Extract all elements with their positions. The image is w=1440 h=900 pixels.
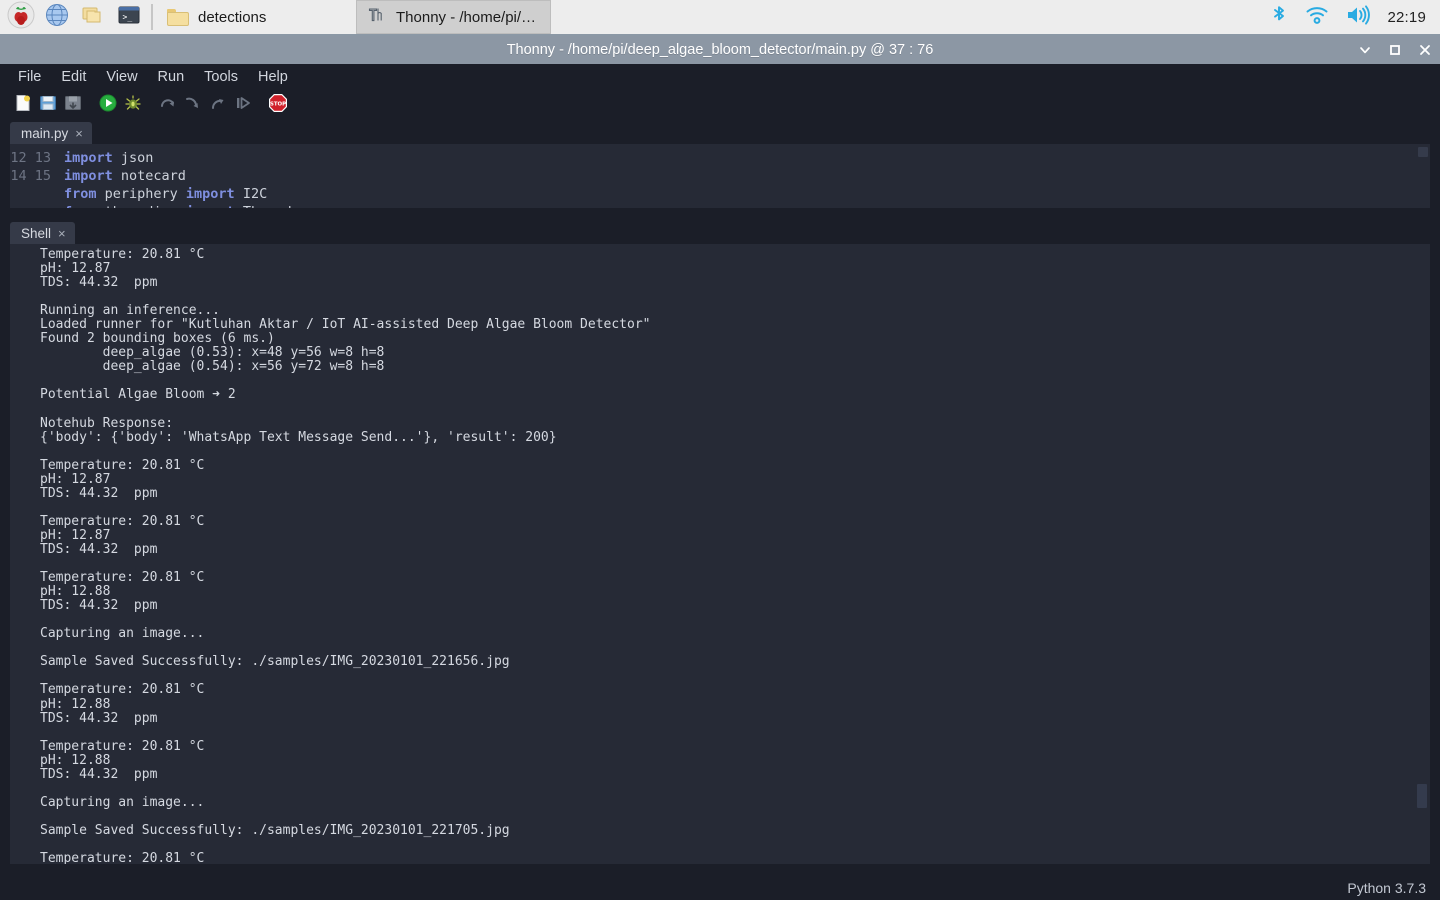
step-into-button[interactable] [182, 94, 204, 116]
tab-main-py[interactable]: main.py × [10, 122, 92, 144]
step-over-button[interactable] [157, 94, 179, 116]
menu-edit[interactable]: Edit [53, 67, 94, 87]
close-icon[interactable]: × [75, 127, 83, 140]
menu-bar: File Edit View Run Tools Help [0, 64, 1440, 90]
file-manager-launcher-button[interactable] [76, 0, 110, 34]
stop-button[interactable]: STOP [267, 92, 289, 119]
folders-icon [81, 4, 105, 31]
menu-tools[interactable]: Tools [196, 67, 246, 87]
taskbar-window-label: Thonny - /home/pi/… [396, 8, 537, 26]
python-version-label[interactable]: Python 3.7.3 [1347, 880, 1426, 896]
bluetooth-icon[interactable] [1269, 4, 1289, 31]
terminal-icon: >_ [117, 4, 141, 31]
volume-icon[interactable] [1345, 4, 1371, 31]
terminal-launcher-button[interactable]: >_ [112, 0, 146, 34]
title-bar[interactable]: Thonny - /home/pi/deep_algae_bloom_detec… [0, 36, 1440, 64]
resume-button[interactable] [232, 94, 254, 116]
play-icon [98, 93, 118, 118]
code-line-14: from periphery import I2C [64, 186, 268, 202]
square-icon[interactable] [1388, 43, 1402, 57]
wifi-icon[interactable] [1305, 4, 1329, 31]
step-out-icon [208, 93, 228, 118]
run-button[interactable] [97, 94, 119, 116]
taskbar-window-thonny[interactable]: Thonny - /home/pi/… [356, 0, 552, 34]
thonny-window: Thonny - /home/pi/deep_algae_bloom_detec… [0, 36, 1440, 900]
folder-icon [167, 8, 189, 26]
close-icon[interactable]: × [58, 227, 66, 240]
editor-scrollbar[interactable] [1416, 144, 1430, 208]
globe-icon [45, 3, 69, 32]
svg-text:STOP: STOP [270, 101, 286, 107]
taskbar-separator [151, 4, 153, 30]
system-tray: 22:19 [1269, 4, 1440, 31]
code-line-13: import notecard [64, 168, 186, 184]
code-text[interactable]: import json import notecard from periphe… [58, 144, 1430, 208]
raspberry-menu-button[interactable] [4, 0, 38, 34]
save-file-button[interactable] [62, 94, 84, 116]
shell-scrollbar-thumb[interactable] [1417, 784, 1427, 808]
editor-scrollbar-thumb[interactable] [1418, 147, 1428, 157]
taskbar-window-detections[interactable]: detections [156, 0, 356, 34]
code-line-12: import json [64, 150, 154, 166]
code-line-15: from threading import Thread [64, 203, 1430, 208]
menu-view[interactable]: View [98, 67, 145, 87]
step-into-icon [183, 93, 203, 118]
window-title: Thonny - /home/pi/deep_algae_bloom_detec… [506, 42, 934, 58]
menu-help[interactable]: Help [250, 67, 296, 87]
taskbar-window-label: detections [198, 8, 267, 26]
save-disk-icon [63, 93, 83, 118]
taskbar: >_ detections Thonny - /home/pi/… 22:19 [0, 0, 1440, 36]
step-over-icon [158, 93, 178, 118]
chevron-down-icon[interactable] [1358, 43, 1372, 57]
step-out-button[interactable] [207, 94, 229, 116]
stop-icon: STOP [267, 92, 289, 119]
tab-label: Shell [21, 225, 52, 241]
window-controls [1358, 36, 1432, 64]
svg-text:>_: >_ [123, 12, 133, 21]
raspberry-icon [7, 1, 35, 34]
clock[interactable]: 22:19 [1387, 9, 1426, 26]
debug-button[interactable] [122, 94, 144, 116]
code-editor[interactable]: 12 13 14 15 import json import notecard … [10, 144, 1430, 208]
browser-launcher-button[interactable] [40, 0, 74, 34]
menu-run[interactable]: Run [150, 67, 193, 87]
tab-label: main.py [21, 125, 69, 141]
open-file-button[interactable] [37, 94, 59, 116]
toolbar: STOP [0, 90, 1440, 120]
shell-scrollbar[interactable] [1414, 244, 1430, 864]
new-file-button[interactable] [12, 94, 34, 116]
shell-output[interactable]: Temperature: 20.81 °C pH: 12.87 TDS: 44.… [10, 244, 1430, 864]
open-folder-icon [38, 93, 58, 118]
menu-file[interactable]: File [10, 67, 49, 87]
close-icon[interactable] [1418, 43, 1432, 57]
line-number-gutter: 12 13 14 15 [10, 144, 58, 208]
resume-icon [233, 93, 253, 118]
shell-panel[interactable]: Temperature: 20.81 °C pH: 12.87 TDS: 44.… [10, 244, 1430, 864]
status-bar: Python 3.7.3 [0, 876, 1440, 900]
bug-icon [123, 93, 143, 118]
thonny-icon [367, 5, 387, 29]
tab-shell[interactable]: Shell × [10, 222, 75, 244]
taskbar-launchers: >_ [0, 0, 156, 35]
editor-tabbar: main.py × [0, 122, 1440, 144]
new-file-icon [13, 93, 33, 118]
shell-tabbar: Shell × [0, 222, 1440, 244]
